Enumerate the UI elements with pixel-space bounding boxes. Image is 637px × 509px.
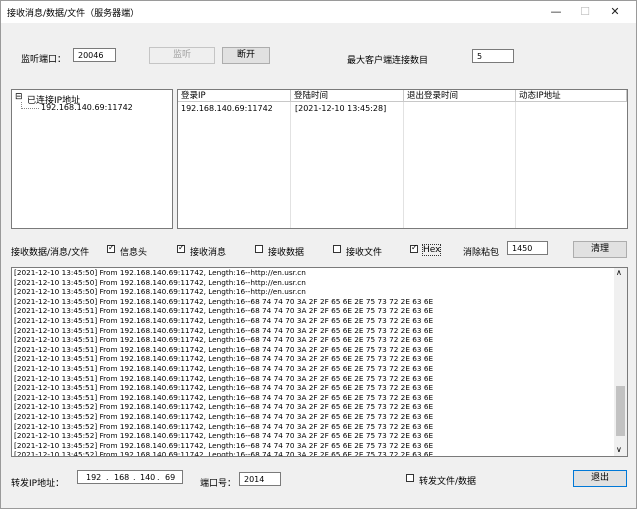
- minimize-button[interactable]: —: [542, 3, 570, 21]
- connected-ip-tree[interactable]: ⊟ 已连接IP地址 192.168.140.69:11742: [11, 89, 173, 229]
- clear-button[interactable]: 清理: [573, 241, 627, 258]
- scroll-down-icon[interactable]: ∨: [616, 445, 622, 454]
- receive-message-label[interactable]: 接收消息: [190, 245, 226, 258]
- ip-dot: .: [157, 473, 160, 482]
- disconnect-button[interactable]: 断开: [222, 47, 270, 64]
- forward-port-input[interactable]: 2014: [239, 472, 281, 486]
- log-scrollbar[interactable]: ∧ ∨: [614, 268, 627, 456]
- scroll-thumb[interactable]: [616, 386, 625, 436]
- receive-section-label: 接收数据/消息/文件: [11, 248, 90, 258]
- listen-port-label: 监听端口：: [21, 55, 67, 65]
- log-line: [2021-12-10 13:45:51] From 192.168.140.6…: [14, 392, 434, 402]
- receive-message-checkbox[interactable]: ✓: [177, 243, 185, 253]
- receive-data-label[interactable]: 接收数据: [268, 245, 304, 258]
- log-line: [2021-12-10 13:45:51] From 192.168.140.6…: [14, 335, 434, 345]
- log-line: [2021-12-10 13:45:52] From 192.168.140.6…: [14, 440, 434, 450]
- column-divider: [403, 102, 404, 228]
- forward-ip-input[interactable]: 192 . 168 . 140 . 69: [77, 470, 183, 484]
- ip-dot: .: [133, 473, 136, 482]
- log-line: [2021-12-10 13:45:51] From 192.168.140.6…: [14, 325, 434, 335]
- forward-checkbox[interactable]: [406, 474, 414, 482]
- log-line: [2021-12-10 13:45:51] From 192.168.140.6…: [14, 306, 434, 316]
- checkmark-icon: ✓: [108, 243, 115, 252]
- hex-label[interactable]: Hex: [421, 244, 442, 256]
- received-log[interactable]: [2021-12-10 13:45:50] From 192.168.140.6…: [11, 267, 628, 457]
- receive-data-checkbox[interactable]: [255, 245, 263, 253]
- listen-button[interactable]: 监听: [149, 47, 215, 64]
- max-clients-input[interactable]: 5: [472, 49, 514, 63]
- log-line: [2021-12-10 13:45:51] From 192.168.140.6…: [14, 363, 434, 373]
- connection-table[interactable]: 登录IP 登陆时间 退出登录时间 动态IP地址 192.168.140.69:1…: [177, 89, 628, 229]
- forward-ip-label: 转发IP地址：: [11, 479, 65, 489]
- log-line: [2021-12-10 13:45:52] From 192.168.140.6…: [14, 450, 434, 457]
- tree-item[interactable]: 192.168.140.69:11742: [41, 103, 133, 112]
- column-header-logout-time[interactable]: 退出登录时间: [404, 90, 516, 102]
- checkmark-icon: ✓: [411, 243, 418, 252]
- max-clients-label: 最大客户端连接数目: [347, 56, 429, 66]
- column-header-dynamic-ip[interactable]: 动态IP地址: [516, 90, 627, 102]
- forward-port-label: 端口号：: [200, 479, 237, 489]
- log-line: [2021-12-10 13:45:51] From 192.168.140.6…: [14, 354, 434, 364]
- log-lines: [2021-12-10 13:45:50] From 192.168.140.6…: [12, 268, 627, 457]
- ip-octet-2: 168: [114, 473, 130, 482]
- log-line: [2021-12-10 13:45:50] From 192.168.140.6…: [14, 268, 306, 277]
- ip-octet-4: 69: [165, 473, 176, 482]
- log-line: [2021-12-10 13:45:50] From 192.168.140.6…: [14, 277, 306, 287]
- listen-port-input[interactable]: 20046: [73, 48, 116, 62]
- checkmark-icon: ✓: [178, 243, 185, 252]
- table-cell-login-time[interactable]: [2021-12-10 13:45:28]: [295, 104, 386, 113]
- log-line: [2021-12-10 13:45:52] From 192.168.140.6…: [14, 411, 434, 421]
- tree-connector-horizontal: [21, 108, 39, 110]
- window-title: 接收消息/数据/文件（服务器端）: [7, 9, 140, 19]
- collapse-icon[interactable]: ⊟: [15, 92, 23, 102]
- exit-button[interactable]: 退出: [573, 470, 627, 487]
- log-line: [2021-12-10 13:45:51] From 192.168.140.6…: [14, 315, 434, 325]
- close-button[interactable]: ✕: [601, 3, 629, 21]
- maximize-button[interactable]: ☐: [571, 3, 599, 21]
- table-cell-login-ip[interactable]: 192.168.140.69:11742: [181, 104, 273, 113]
- ip-octet-1: 192: [86, 473, 102, 482]
- info-header-label[interactable]: 信息头: [120, 245, 147, 258]
- ip-octet-3: 140: [140, 473, 156, 482]
- hex-checkbox[interactable]: ✓: [410, 243, 418, 253]
- title-bar: 接收消息/数据/文件（服务器端） — ☐ ✕: [1, 1, 636, 23]
- app-window: 接收消息/数据/文件（服务器端） — ☐ ✕ 监听端口： 20046 监听 断开…: [0, 0, 637, 509]
- log-line: [2021-12-10 13:45:52] From 192.168.140.6…: [14, 421, 434, 431]
- log-line: [2021-12-10 13:45:51] From 192.168.140.6…: [14, 373, 434, 383]
- receive-file-checkbox[interactable]: [333, 245, 341, 253]
- info-header-checkbox[interactable]: ✓: [107, 243, 115, 253]
- column-divider: [515, 102, 516, 228]
- log-line: [2021-12-10 13:45:52] From 192.168.140.6…: [14, 402, 434, 412]
- log-line: [2021-12-10 13:45:51] From 192.168.140.6…: [14, 383, 434, 393]
- receive-file-label[interactable]: 接收文件: [346, 245, 382, 258]
- sticky-packet-label: 消除粘包: [463, 248, 500, 258]
- column-header-login-time[interactable]: 登陆时间: [291, 90, 404, 102]
- log-line: [2021-12-10 13:45:50] From 192.168.140.6…: [14, 287, 306, 297]
- log-line: [2021-12-10 13:45:51] From 192.168.140.6…: [14, 344, 434, 354]
- ip-dot: .: [106, 473, 109, 482]
- log-line: [2021-12-10 13:45:52] From 192.168.140.6…: [14, 431, 434, 441]
- scroll-up-icon[interactable]: ∧: [616, 268, 622, 277]
- column-divider: [290, 102, 291, 228]
- sticky-packet-input[interactable]: 1450: [507, 241, 548, 255]
- log-line: [2021-12-10 13:45:50] From 192.168.140.6…: [14, 296, 434, 306]
- forward-label[interactable]: 转发文件/数据: [419, 474, 476, 487]
- column-header-login-ip[interactable]: 登录IP: [178, 90, 291, 102]
